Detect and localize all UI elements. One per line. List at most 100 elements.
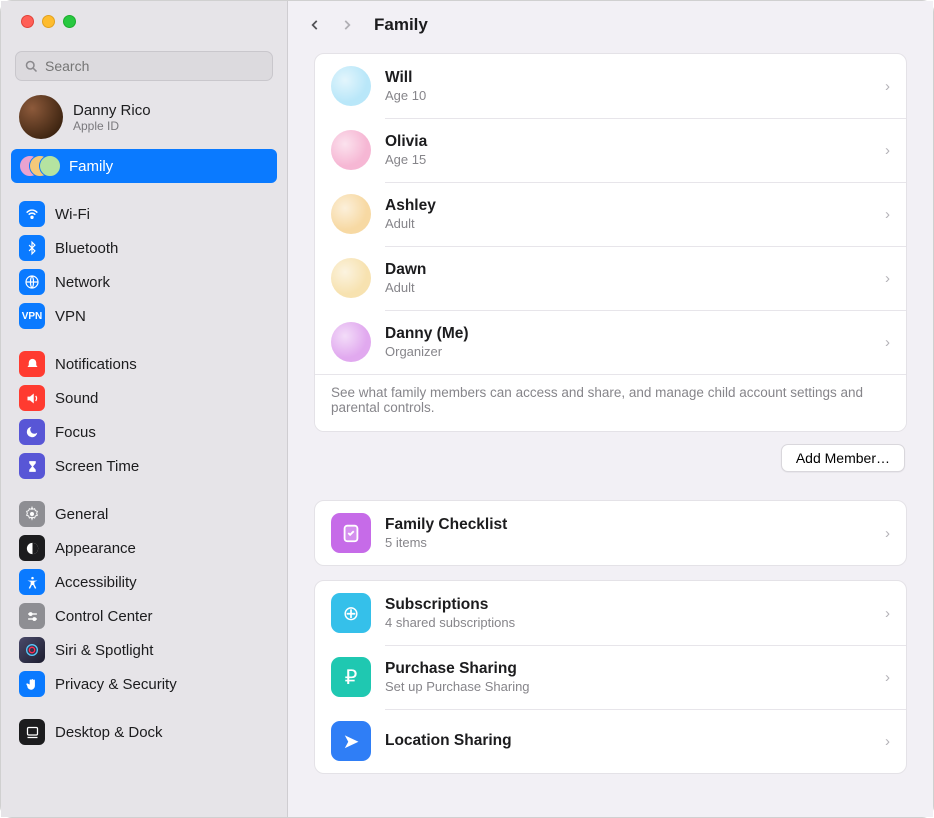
sidebar-item-siri[interactable]: Siri & Spotlight: [11, 633, 277, 667]
member-avatar: [331, 66, 371, 106]
minimize-window-button[interactable]: [42, 15, 55, 28]
page-title: Family: [374, 15, 428, 35]
subscriptions-icon: ⊕: [331, 593, 371, 633]
member-sub: Adult: [385, 216, 871, 231]
sidebar-item-desktop[interactable]: Desktop & Dock: [11, 715, 277, 749]
sidebar-item-general[interactable]: General: [11, 497, 277, 531]
gear-icon: [19, 501, 45, 527]
family-member-row[interactable]: AshleyAdult›: [315, 182, 906, 246]
chevron-right-icon: ›: [885, 605, 890, 622]
setting-title: Subscriptions: [385, 596, 871, 614]
appearance-icon: [19, 535, 45, 561]
member-name: Dawn: [385, 261, 871, 279]
sidebar-item-focus[interactable]: Focus: [11, 415, 277, 449]
sidebar-item-bluetooth[interactable]: Bluetooth: [11, 231, 277, 265]
search-field[interactable]: [15, 51, 273, 81]
family-checklist-card[interactable]: Family Checklist 5 items ›: [314, 500, 907, 566]
setting-sub: 4 shared subscriptions: [385, 615, 871, 630]
chevron-right-icon: ›: [885, 142, 890, 159]
accessibility-icon: [19, 569, 45, 595]
setting-title: Purchase Sharing: [385, 660, 871, 678]
sidebar-item-label: Focus: [55, 424, 96, 441]
sharing-settings-card: ⊕ Subscriptions4 shared subscriptions › ₽ Pu…: [314, 580, 907, 774]
siri-icon: [19, 637, 45, 663]
sidebar-item-sound[interactable]: Sound: [11, 381, 277, 415]
location-icon: ➤: [331, 721, 371, 761]
purchase-icon: ₽: [331, 657, 371, 697]
fullscreen-window-button[interactable]: [63, 15, 76, 28]
family-member-row[interactable]: WillAge 10›: [315, 54, 906, 118]
setting-row-subscriptions[interactable]: ⊕ Subscriptions4 shared subscriptions ›: [315, 581, 906, 645]
family-member-row[interactable]: Danny (Me)Organizer ›: [315, 310, 906, 374]
sidebar-item-vpn[interactable]: VPN VPN: [11, 299, 277, 333]
member-sub: Adult: [385, 280, 871, 295]
close-window-button[interactable]: [21, 15, 34, 28]
window-controls: [1, 1, 287, 41]
sidebar-item-network[interactable]: Network: [11, 265, 277, 299]
family-member-row[interactable]: DawnAdult ›: [315, 246, 906, 310]
network-icon: [19, 269, 45, 295]
members-footer-text: See what family members can access and s…: [315, 374, 906, 431]
sidebar-item-label: VPN: [55, 308, 86, 325]
sidebar-item-label: Privacy & Security: [55, 676, 177, 693]
member-sub: Age 10: [385, 88, 871, 103]
sidebar-item-label: Appearance: [55, 540, 136, 557]
member-avatar: [331, 130, 371, 170]
member-avatar: [331, 194, 371, 234]
checklist-title: Family Checklist: [385, 516, 871, 534]
setting-row-location[interactable]: ➤ Location Sharing ›: [315, 709, 906, 773]
search-input[interactable]: [45, 58, 264, 74]
speaker-icon: [19, 385, 45, 411]
sidebar-account[interactable]: Danny Rico Apple ID: [1, 89, 287, 149]
sliders-icon: [19, 603, 45, 629]
account-sub: Apple ID: [73, 119, 151, 133]
vpn-icon: VPN: [19, 303, 45, 329]
member-avatar: [331, 258, 371, 298]
sidebar-item-accessibility[interactable]: Accessibility: [11, 565, 277, 599]
sidebar-item-label: Network: [55, 274, 110, 291]
moon-icon: [19, 419, 45, 445]
wifi-icon: [19, 201, 45, 227]
setting-sub: Set up Purchase Sharing: [385, 679, 871, 694]
sidebar-item-family[interactable]: Family: [11, 149, 277, 183]
checklist-icon: [331, 513, 371, 553]
back-button[interactable]: [308, 16, 322, 34]
sidebar-item-label: Control Center: [55, 608, 153, 625]
bluetooth-icon: [19, 235, 45, 261]
chevron-right-icon: ›: [885, 733, 890, 750]
member-name: Will: [385, 69, 871, 87]
chevron-right-icon: ›: [885, 270, 890, 287]
search-icon: [24, 59, 39, 74]
hourglass-icon: [19, 453, 45, 479]
topbar: Family: [288, 1, 933, 45]
sidebar-item-label: Desktop & Dock: [55, 724, 163, 741]
sidebar-item-label: General: [55, 506, 108, 523]
member-avatar: [331, 322, 371, 362]
chevron-right-icon: ›: [885, 334, 890, 351]
family-member-row[interactable]: OliviaAge 15 ›: [315, 118, 906, 182]
sidebar-item-screentime[interactable]: Screen Time: [11, 449, 277, 483]
sidebar-item-label: Siri & Spotlight: [55, 642, 153, 659]
chevron-right-icon: ›: [885, 525, 890, 542]
hand-icon: [19, 671, 45, 697]
member-sub: Organizer: [385, 344, 871, 359]
sidebar-item-controlcenter[interactable]: Control Center: [11, 599, 277, 633]
setting-title: Location Sharing: [385, 732, 871, 750]
chevron-right-icon: ›: [885, 206, 890, 223]
sidebar-item-privacy[interactable]: Privacy & Security: [11, 667, 277, 701]
sidebar-item-appearance[interactable]: Appearance: [11, 531, 277, 565]
sidebar-item-wifi[interactable]: Wi-Fi: [11, 197, 277, 231]
sidebar-item-label: Bluetooth: [55, 240, 118, 257]
sidebar-item-label: Notifications: [55, 356, 137, 373]
chevron-right-icon: ›: [885, 669, 890, 686]
setting-row-purchase[interactable]: ₽ Purchase SharingSet up Purchase Sharing…: [315, 645, 906, 709]
forward-button[interactable]: [340, 16, 354, 34]
member-name: Danny (Me): [385, 325, 871, 343]
member-name: Olivia: [385, 133, 871, 151]
add-member-button[interactable]: Add Member…: [781, 444, 905, 472]
checklist-sub: 5 items: [385, 535, 871, 550]
sidebar: Danny Rico Apple ID Family Wi-Fi Bluetoo…: [1, 1, 288, 817]
family-stack-icon: [19, 153, 59, 179]
member-sub: Age 15: [385, 152, 871, 167]
sidebar-item-notifications[interactable]: Notifications: [11, 347, 277, 381]
